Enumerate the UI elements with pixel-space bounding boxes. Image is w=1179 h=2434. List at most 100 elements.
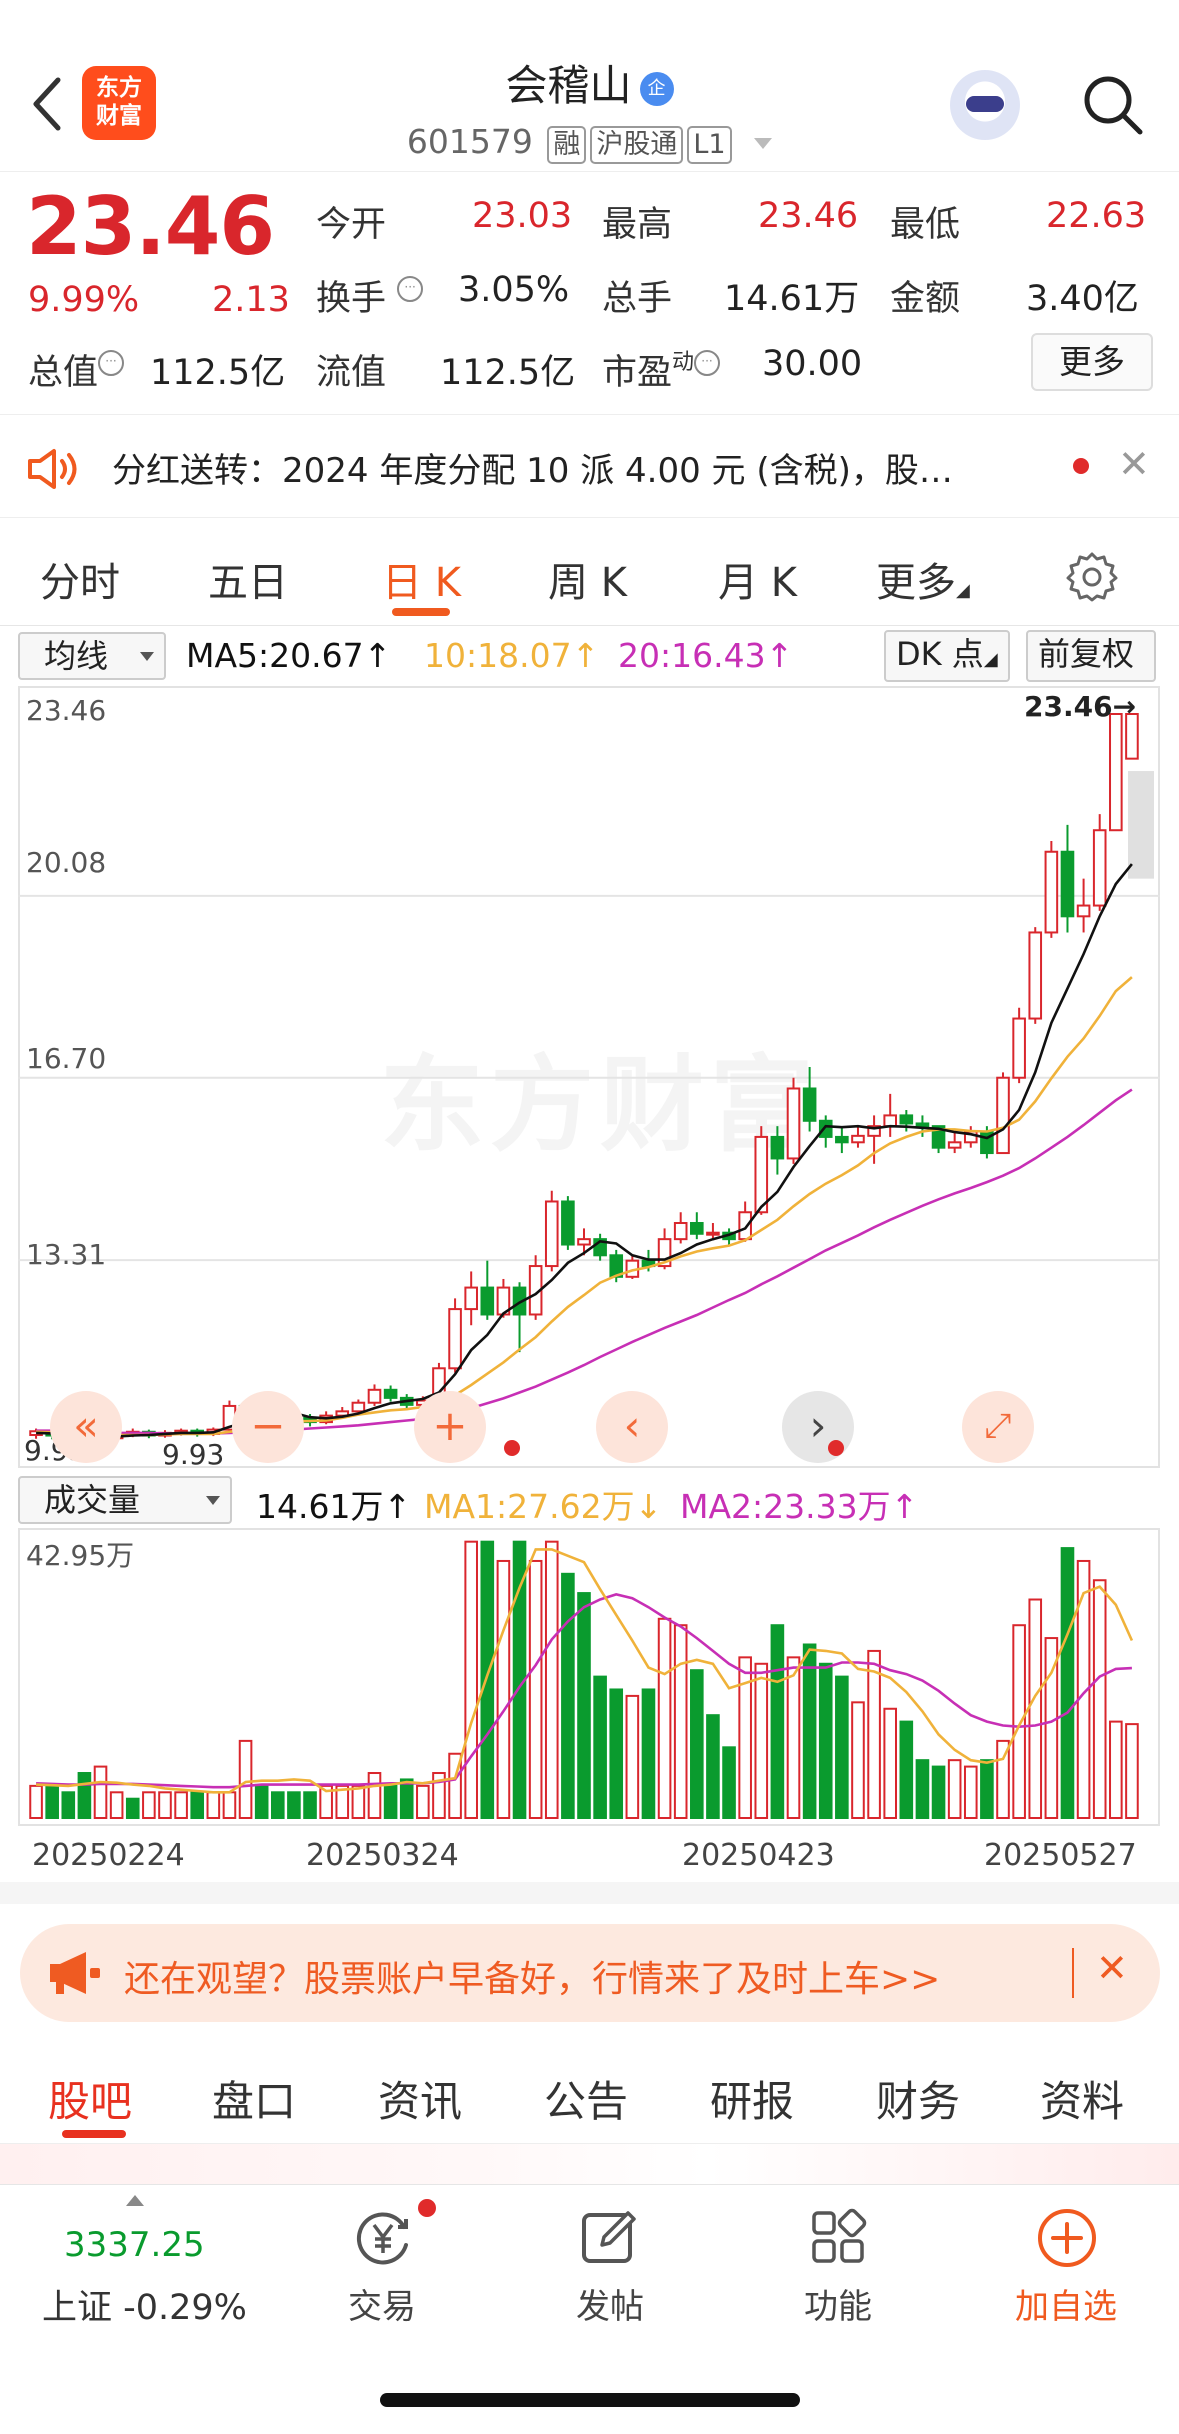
x-tick-3: 20250423 [682, 1838, 835, 1873]
candle [544, 1200, 559, 1268]
feed-preview [0, 2144, 1179, 2184]
indicator-select[interactable]: 均线 [18, 632, 166, 680]
info-icon[interactable]: ··· [694, 350, 721, 376]
adjust-button[interactable]: 前复权 [1026, 630, 1156, 682]
add-watchlist-icon[interactable] [1036, 2207, 1098, 2269]
high-label: 最高 [602, 205, 673, 245]
candle [754, 1135, 769, 1214]
volume-bar [528, 1559, 543, 1819]
close-icon[interactable]: ✕ [1118, 442, 1150, 486]
volume-bar [1028, 1598, 1043, 1820]
candle [1044, 850, 1059, 934]
volume-bar [593, 1675, 607, 1819]
volume-bar [657, 1617, 672, 1820]
volume-indicator-select[interactable]: 成交量 [18, 1476, 232, 1524]
candle [480, 1286, 495, 1316]
info-icon[interactable]: ··· [98, 350, 125, 376]
close-promo-icon[interactable]: ✕ [1096, 1946, 1128, 1990]
speaker-icon [28, 449, 77, 489]
nav-trade[interactable]: 交易 [302, 2279, 462, 2328]
trade-yen-icon[interactable] [348, 2207, 418, 2267]
tab-intraday[interactable]: 分时 [40, 550, 120, 608]
last-price: 23.46 [26, 180, 275, 273]
volume-bar [1109, 1720, 1123, 1819]
tab-weekly-k[interactable]: 周 K [548, 550, 627, 608]
low-price-marker: 9.93 [162, 1438, 225, 1471]
candle [1012, 1017, 1026, 1079]
tab-orderbook[interactable]: 盘口 [212, 2068, 296, 2129]
tab-five-day[interactable]: 五日 [208, 550, 288, 608]
dividend-banner[interactable]: 分红送转：2024 年度分配 10 派 4.00 元 (含税)，股… [0, 414, 1179, 518]
nav-post[interactable]: 发帖 [530, 2279, 690, 2328]
tab-more[interactable]: 更多◢ [876, 550, 970, 608]
zoom-in-button[interactable]: + [414, 1391, 486, 1463]
volume-bar [706, 1714, 720, 1819]
verified-icon: 企 [639, 71, 674, 106]
ma5-line [36, 863, 1133, 1438]
app-header: 东方 财富 会稽山企 601579 融沪股通 L1 [0, 0, 1179, 172]
promo-banner[interactable]: 还在观望？股票账户早备好，行情来了及时上车>> ✕ [20, 1924, 1160, 2022]
volume-bar [786, 1656, 801, 1819]
range-highlight [1128, 771, 1154, 879]
candle [673, 1222, 688, 1241]
volume-bar [61, 1791, 76, 1819]
volume-bar [1012, 1624, 1026, 1819]
chevron-down-icon[interactable] [754, 138, 773, 149]
tab-daily-k[interactable]: 日 K [382, 550, 461, 608]
volume-bar [754, 1662, 769, 1819]
volume-bar [383, 1784, 398, 1820]
volume-bar [367, 1772, 382, 1819]
mktcap-value: 112.5亿 [150, 353, 286, 393]
gear-icon[interactable] [1066, 550, 1118, 602]
tab-financials[interactable]: 财务 [876, 2068, 960, 2129]
scroll-left-button[interactable]: ‹ [596, 1391, 668, 1463]
y-tick-3: 16.70 [26, 1042, 107, 1075]
nav-functions[interactable]: 功能 [758, 2279, 918, 2328]
kline-chart[interactable] [18, 686, 1160, 1468]
volume-bar [625, 1694, 640, 1819]
volume-bar [222, 1791, 237, 1819]
candle [802, 1087, 817, 1122]
tab-announcements[interactable]: 公告 [544, 2068, 628, 2129]
candle [851, 1134, 865, 1144]
volume-bar [206, 1791, 221, 1819]
y-tick-top: 23.46 [26, 694, 107, 727]
index-label[interactable]: 上证 -0.29% [42, 2279, 247, 2330]
scroll-right-button[interactable]: › [782, 1391, 854, 1463]
level-tag: L1 [687, 126, 732, 164]
volume-bar [641, 1688, 656, 1819]
pe-value: 30.00 [762, 344, 863, 384]
search-icon[interactable] [1080, 72, 1144, 136]
candle [690, 1222, 704, 1235]
assistant-robot-icon[interactable] [950, 70, 1020, 140]
info-icon[interactable]: ··· [397, 276, 424, 302]
dividend-text: 分红送转：2024 年度分配 10 派 4.00 元 (含税)，股… [112, 451, 953, 491]
dk-point-button[interactable]: DK 点◢ [884, 630, 1010, 682]
volume-bar [1060, 1547, 1075, 1820]
tab-profile[interactable]: 资料 [1040, 2068, 1124, 2129]
index-value[interactable]: 3337.25 [64, 2225, 205, 2265]
pe-label: 市盈动 ··· [602, 344, 721, 395]
scroll-left-fast-button[interactable]: « [50, 1391, 122, 1463]
tab-forum[interactable]: 股吧 [48, 2068, 132, 2129]
grid-apps-icon[interactable] [808, 2207, 868, 2267]
x-tick-1: 20250224 [32, 1838, 185, 1873]
tab-news[interactable]: 资讯 [378, 2068, 462, 2129]
megaphone-icon [50, 1952, 100, 1994]
tab-monthly-k[interactable]: 月 K [718, 550, 797, 608]
volume-chart[interactable] [18, 1528, 1160, 1826]
volume-bar [93, 1765, 108, 1819]
more-quote-button[interactable]: 更多 [1031, 333, 1153, 391]
volume-label: 总手 [602, 279, 673, 319]
tab-research[interactable]: 研报 [710, 2068, 794, 2129]
volume-bar [270, 1791, 285, 1819]
compose-icon[interactable] [580, 2207, 640, 2267]
fullscreen-icon[interactable]: ⤢ [962, 1391, 1034, 1463]
turnover-label: 换手 ··· [316, 270, 424, 321]
nav-add-watchlist[interactable]: 加自选 [986, 2279, 1146, 2328]
candle [835, 1135, 849, 1144]
ma5-value: MA5:20.67↑ [186, 636, 392, 675]
divider [1072, 1948, 1074, 1998]
zoom-out-button[interactable]: − [232, 1391, 304, 1463]
active-tab-indicator [392, 608, 450, 616]
